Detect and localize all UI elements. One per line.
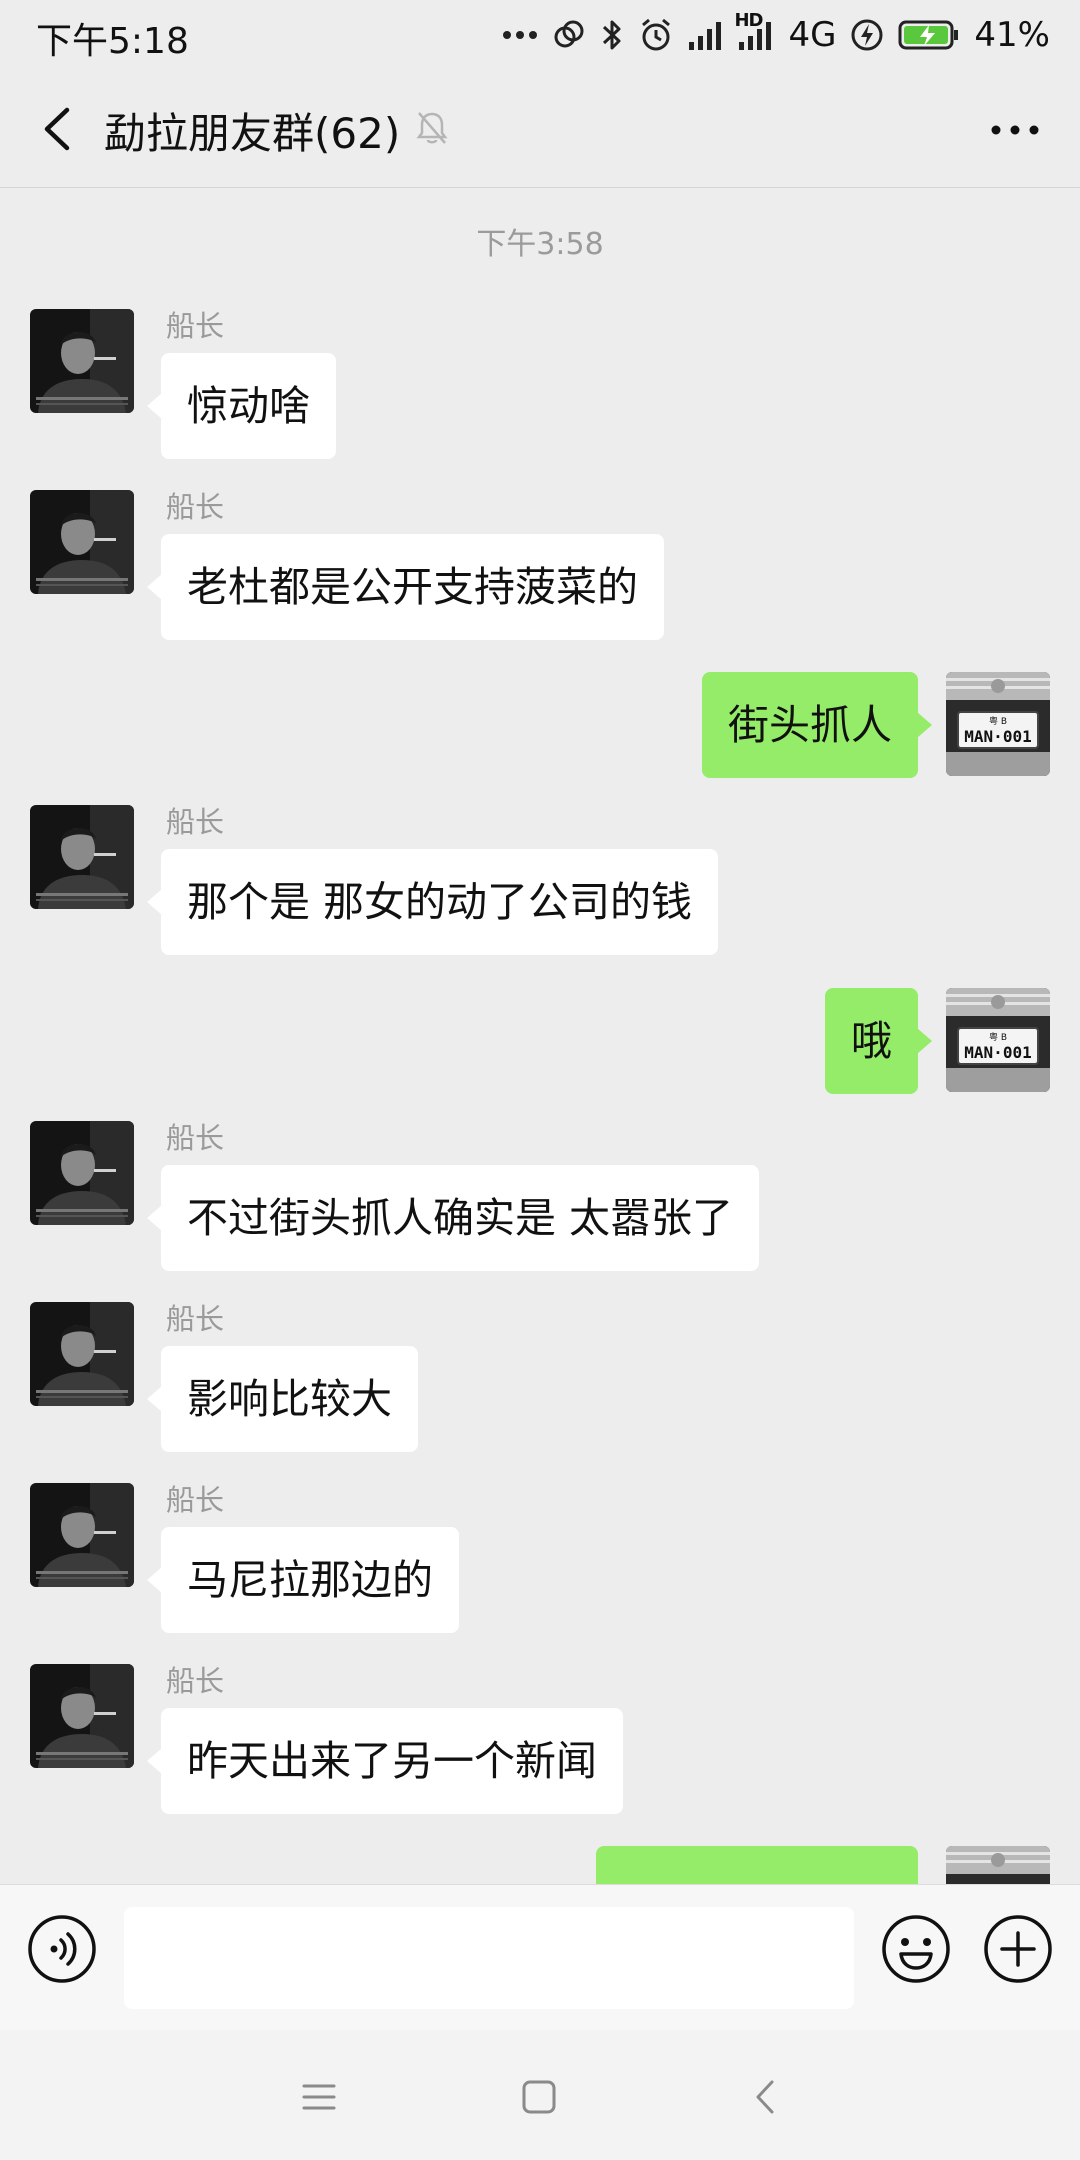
more-horizontal-icon [991, 125, 1039, 135]
battery-percent: 41% [974, 15, 1050, 55]
hd-signal-icon: HD [734, 10, 774, 50]
avatar[interactable] [30, 1121, 134, 1225]
message-bubble[interactable]: 那个是 那女的动了公司的钱 [146, 849, 719, 955]
chevron-left-icon [44, 107, 70, 151]
chat-screen: 下午5:18 HD 4G 41% 勐拉朋友群(62) 下午3:58 船长 惊动啥… [0, 0, 1080, 2160]
message-bubble[interactable]: 不过街头抓人确实是 太嚣张了 [146, 1165, 760, 1271]
sender-name: 船长 [166, 309, 225, 343]
network-type: 4G [788, 15, 837, 55]
sender-name: 船长 [166, 1121, 225, 1155]
message-timestamp: 下午3:58 [476, 227, 604, 262]
emoji-button[interactable] [880, 1913, 952, 1985]
svg-text:粤 B: 粤 B [989, 1031, 1007, 1043]
avatar[interactable] [30, 1302, 134, 1406]
emoji-icon [882, 1915, 950, 1983]
home-button[interactable] [516, 2074, 562, 2120]
svg-text:粤 B: 粤 B [989, 715, 1007, 727]
my-avatar[interactable]: 粤 B MAN·001 [946, 988, 1050, 1092]
avatar[interactable] [30, 309, 134, 413]
avatar[interactable] [30, 1483, 134, 1587]
my-avatar[interactable]: 粤 B MAN·001 [946, 672, 1050, 776]
battery-charging-icon [898, 19, 960, 51]
alarm-icon [638, 17, 674, 53]
signal-icon [688, 20, 724, 50]
message-input[interactable] [124, 1907, 854, 2009]
system-nav-bar [0, 2030, 1080, 2160]
more-button[interactable] [980, 100, 1050, 160]
status-bar: 下午5:18 HD 4G 41% [0, 0, 1080, 70]
voice-icon [28, 1915, 96, 1983]
avatar[interactable] [30, 805, 134, 909]
more-notifications-icon [502, 29, 538, 41]
sender-name: 船长 [166, 1664, 225, 1698]
message-bubble[interactable]: 哦 [825, 988, 932, 1094]
message-bubble[interactable]: 惊动啥 [147, 353, 336, 459]
chat-title: 勐拉朋友群(62) [104, 109, 401, 158]
link-icon [552, 18, 586, 52]
message-list[interactable]: 下午3:58 船长 惊动啥 船长 老杜都是公开支持菠菜的 街头抓人 粤 B MAN… [0, 189, 1080, 1884]
sender-name: 船长 [166, 1483, 225, 1517]
system-back-button[interactable] [744, 2074, 790, 2120]
home-icon [522, 2080, 556, 2114]
message-bubble[interactable]: 街头抓人 [702, 672, 932, 778]
more-actions-button[interactable] [982, 1913, 1054, 1985]
message-bubble[interactable]: 马尼拉那边的 [147, 1527, 459, 1633]
svg-text:MAN·001: MAN·001 [964, 1043, 1031, 1062]
power-saving-icon [850, 18, 884, 52]
status-icons: HD 4G 41% [502, 10, 1050, 60]
my-avatar[interactable] [946, 1846, 1050, 1884]
back-icon [756, 2080, 774, 2114]
svg-text:MAN·001: MAN·001 [964, 727, 1031, 746]
recent-apps-button[interactable] [296, 2074, 342, 2120]
avatar[interactable] [30, 490, 134, 594]
message-bubble[interactable]: 昨天出来了另一个新闻 [147, 1708, 623, 1814]
message-bubble[interactable]: 老杜都是公开支持菠菜的 [147, 534, 664, 640]
sender-name: 船长 [166, 1302, 225, 1336]
message-bubble-partial[interactable] [596, 1846, 918, 1884]
status-time: 下午5:18 [36, 21, 189, 62]
chat-header: 勐拉朋友群(62) [0, 70, 1080, 188]
sender-name: 船长 [166, 805, 225, 839]
bluetooth-icon [600, 17, 624, 53]
back-button[interactable] [22, 94, 92, 164]
menu-icon [302, 2084, 336, 2110]
sender-name: 船长 [166, 490, 225, 524]
input-bar [0, 1884, 1080, 2030]
plus-icon [984, 1915, 1052, 1983]
voice-button[interactable] [26, 1913, 98, 1985]
avatar[interactable] [30, 1664, 134, 1768]
bell-muted-icon [416, 110, 448, 150]
message-bubble[interactable]: 影响比较大 [147, 1346, 418, 1452]
